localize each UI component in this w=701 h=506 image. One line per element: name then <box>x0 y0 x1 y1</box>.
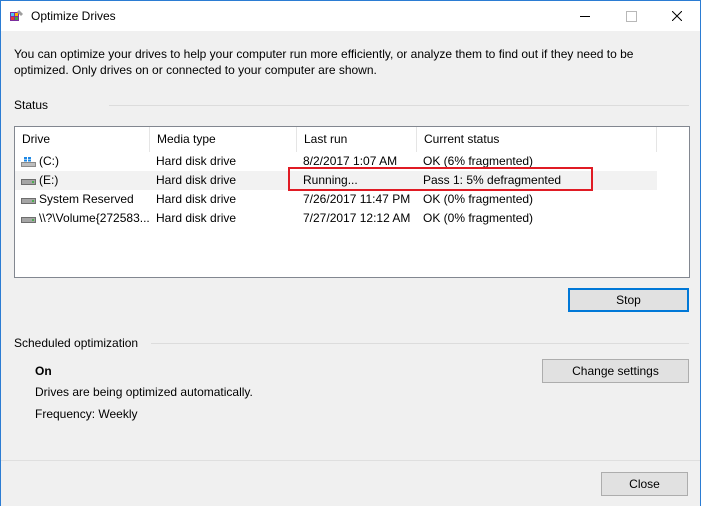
current-status: OK (0% fragmented) <box>423 211 534 225</box>
last-run: 7/26/2017 11:47 PM <box>303 192 411 206</box>
table-row[interactable]: \\?\Volume{272583... Hard disk drive 7/2… <box>15 209 657 228</box>
stop-button[interactable]: Stop <box>568 288 689 312</box>
close-icon <box>672 11 682 21</box>
schedule-state: On <box>35 364 52 378</box>
description-text: You can optimize your drives to help you… <box>14 47 634 77</box>
media-type: Hard disk drive <box>156 211 237 225</box>
hard-drive-icon <box>21 217 36 223</box>
schedule-info: Drives are being optimized automatically… <box>35 385 253 399</box>
optimize-drives-window: Optimize Drives You can optimize your dr… <box>0 0 701 506</box>
maximize-icon <box>625 10 637 22</box>
column-header-last-run[interactable]: Last run <box>297 127 417 152</box>
column-header-media-type[interactable]: Media type <box>150 127 297 152</box>
media-type: Hard disk drive <box>156 192 237 206</box>
minimize-icon <box>580 15 590 17</box>
scheduled-divider <box>151 343 689 344</box>
close-window-button[interactable] <box>654 1 700 31</box>
minimize-button[interactable] <box>562 1 608 31</box>
defrag-app-icon <box>10 10 23 21</box>
drive-name: (C:) <box>39 154 59 168</box>
table-row[interactable]: System Reserved Hard disk drive 7/26/201… <box>15 190 657 209</box>
maximize-button[interactable] <box>608 1 654 31</box>
footer-bar: Close <box>1 460 700 506</box>
drive-name: \\?\Volume{272583... <box>39 211 150 225</box>
highlight-annotation-box <box>288 167 593 191</box>
drive-name: System Reserved <box>39 192 134 206</box>
current-status: OK (0% fragmented) <box>423 192 534 206</box>
media-type: Hard disk drive <box>156 173 237 187</box>
column-header-drive[interactable]: Drive <box>15 127 150 152</box>
close-button[interactable]: Close <box>601 472 688 496</box>
drive-name: (E:) <box>39 173 59 187</box>
status-section-label: Status <box>14 98 49 112</box>
schedule-frequency: Frequency: Weekly <box>35 407 138 421</box>
last-run: 7/27/2017 12:12 AM <box>303 211 411 225</box>
drives-list[interactable]: Drive Media type Last run Current status… <box>14 126 690 278</box>
status-divider <box>109 105 689 106</box>
column-header-current-status[interactable]: Current status <box>417 127 657 152</box>
change-settings-button[interactable]: Change settings <box>542 359 689 383</box>
hard-drive-icon <box>21 198 36 204</box>
window-title: Optimize Drives <box>31 9 116 23</box>
media-type: Hard disk drive <box>156 154 237 168</box>
title-bar[interactable]: Optimize Drives <box>1 1 700 31</box>
hard-drive-icon <box>21 179 36 185</box>
scheduled-section-label: Scheduled optimization <box>14 336 139 350</box>
windows-drive-icon <box>21 157 36 167</box>
